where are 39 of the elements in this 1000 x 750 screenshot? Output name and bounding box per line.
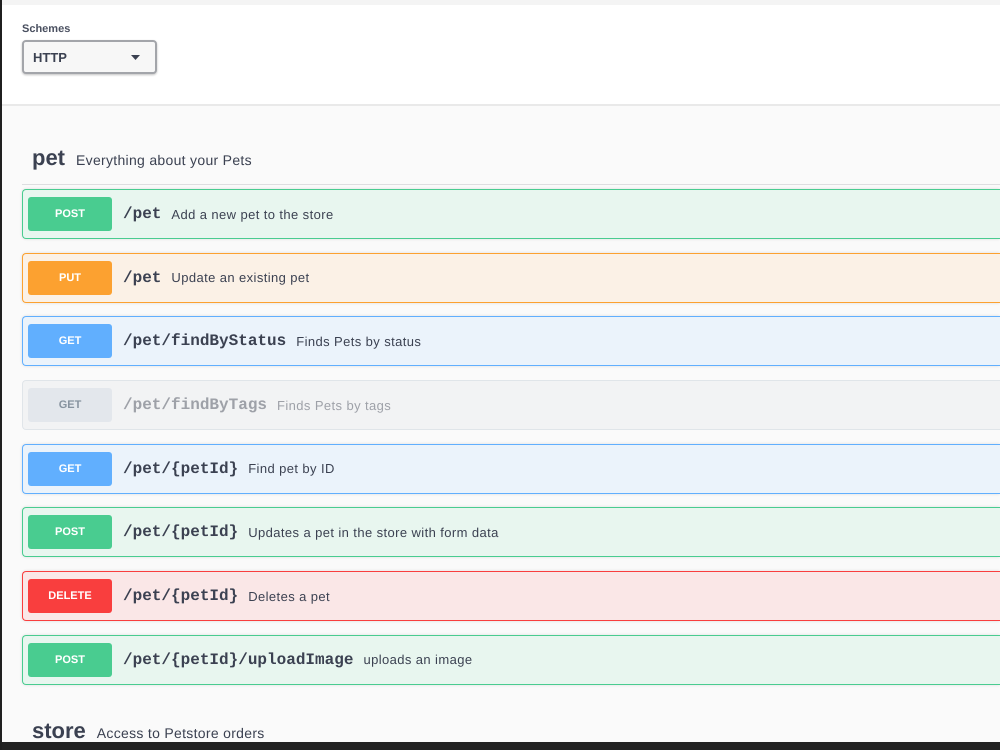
endpoint-path: /pet/{petId}	[123, 523, 238, 542]
endpoint-summary: Update an existing pet	[171, 270, 310, 286]
endpoint-summary: Finds Pets by tags	[277, 398, 392, 413]
method-badge: POST	[28, 515, 112, 550]
tag-name: store	[32, 720, 86, 742]
endpoint-path: /pet/{petId}/uploadImage	[123, 650, 354, 669]
method-badge: DELETE	[28, 579, 112, 614]
operation-row[interactable]: GET /pet/findByStatus Finds Pets by status	[22, 316, 1000, 366]
operation-row[interactable]: POST /pet Add a new pet to the store	[22, 189, 1000, 239]
scheme-select[interactable]: HTTP	[22, 40, 157, 74]
endpoint-path: /pet	[123, 268, 162, 287]
tag-description: Everything about your Pets	[76, 152, 252, 168]
tag-name: pet	[32, 147, 65, 169]
operation-row[interactable]: PUT /pet Update an existing pet	[22, 252, 1000, 303]
tag-description: Access to Petstore orders	[96, 724, 265, 741]
method-badge: GET	[28, 388, 112, 422]
schemes-label: Schemes	[22, 22, 70, 36]
method-badge: GET	[28, 324, 112, 358]
endpoint-path: /pet	[123, 205, 162, 223]
operation-row[interactable]: GET /pet/{petId} Find pet by ID	[22, 444, 1000, 494]
endpoint-summary: Add a new pet to the store	[171, 206, 334, 222]
method-badge: GET	[28, 452, 112, 486]
method-badge: POST	[28, 642, 112, 677]
endpoint-summary: Finds Pets by status	[296, 334, 422, 349]
endpoint-summary: Updates a pet in the store with form data	[248, 524, 499, 540]
method-badge: PUT	[28, 260, 112, 295]
operation-row[interactable]: DELETE /pet/{petId} Deletes a pet	[22, 571, 1000, 622]
endpoint-path: /pet/findByTags	[123, 396, 268, 414]
operation-row[interactable]: POST /pet/{petId}/uploadImage uploads an image	[22, 634, 1000, 685]
operation-row[interactable]: POST /pet/{petId} Updates a pet in the store with form data	[22, 507, 1000, 558]
endpoint-path: /pet/findByStatus	[123, 332, 286, 350]
endpoint-summary: Find pet by ID	[248, 461, 335, 476]
caret-down-icon	[131, 54, 140, 60]
endpoint-summary: uploads an image	[363, 652, 472, 668]
endpoint-summary: Deletes a pet	[248, 588, 330, 604]
tag-header[interactable]: pet Everything about your Pets	[22, 112, 1000, 185]
endpoint-path: /pet/{petId}	[123, 460, 238, 478]
endpoint-path: /pet/{petId}	[123, 587, 238, 606]
method-badge: POST	[28, 197, 112, 231]
